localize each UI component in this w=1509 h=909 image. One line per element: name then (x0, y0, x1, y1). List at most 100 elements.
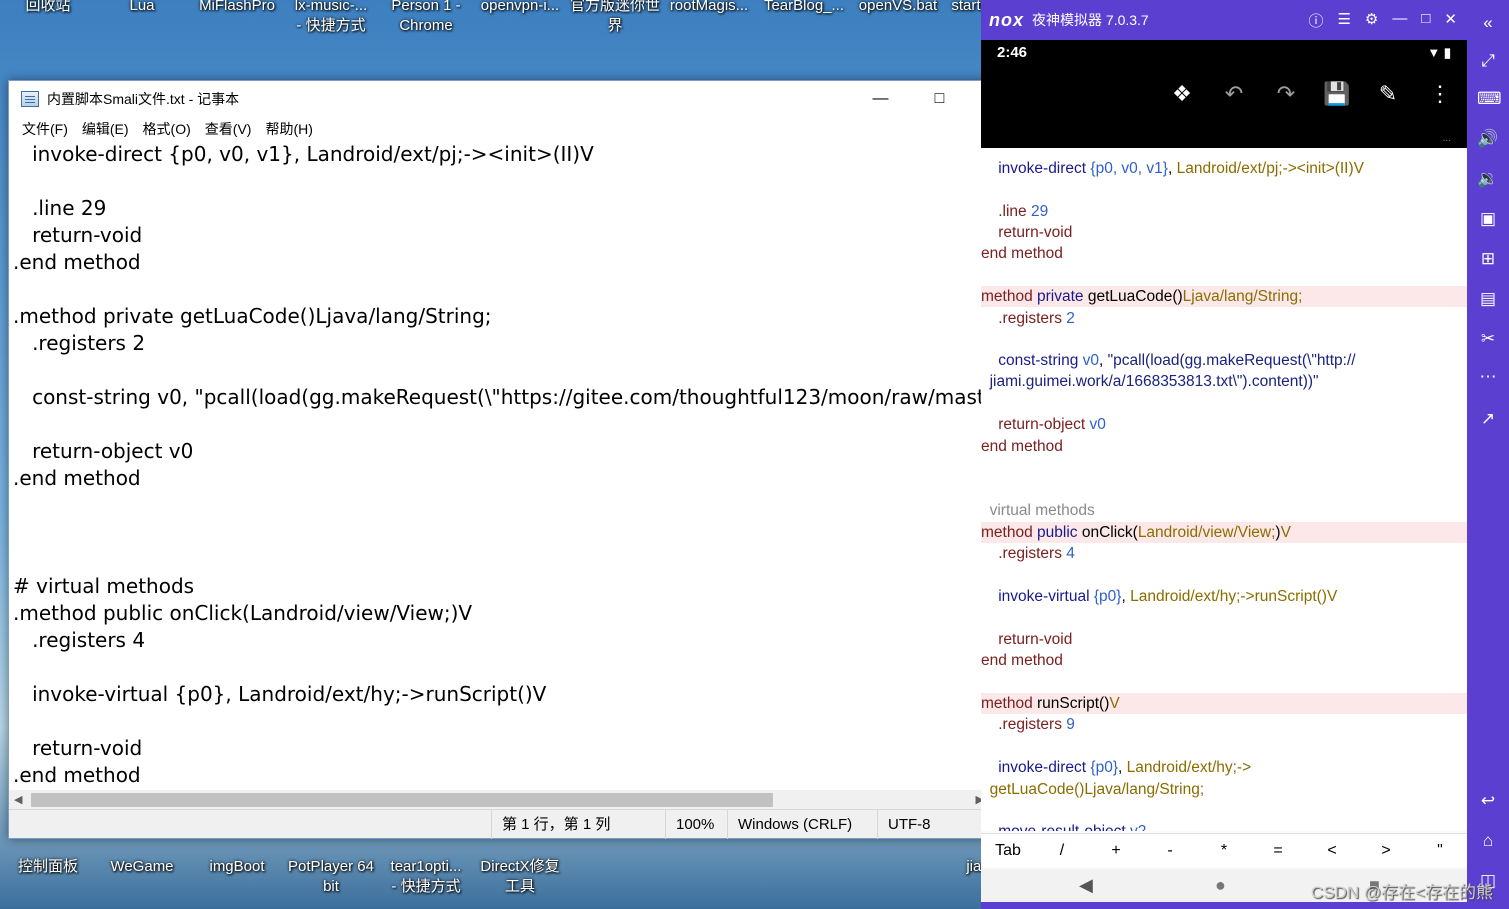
nox-emulator-window: nox 夜神模拟器 7.0.3.7 ⓘ ☰ ⚙ — □ ✕ « ⤢ ⌨ 🔊 🔉 … (981, 0, 1509, 909)
multi-instance-icon[interactable]: ▤ (1477, 288, 1499, 310)
code-line: invoke-direct {p0, v0, v1}, Landroid/ext… (13, 142, 594, 166)
symbol-key[interactable]: + (1089, 842, 1143, 860)
scroll-left-icon[interactable]: ◀ (14, 793, 22, 806)
edit-icon[interactable]: ✎ (1373, 79, 1403, 109)
volume-up-icon[interactable]: 🔊 (1477, 128, 1499, 150)
close-icon[interactable]: ✕ (1444, 10, 1457, 31)
desktop-icon[interactable]: imgBoot (189, 857, 285, 877)
clock: 2:46 (997, 44, 1028, 61)
symbol-key[interactable]: = (1251, 842, 1305, 860)
code-line: const-string v0, "pcall(load(gg.makeRequ… (13, 385, 1009, 409)
symbol-key[interactable]: < (1305, 842, 1359, 860)
nav-home-icon[interactable]: ● (1215, 875, 1226, 896)
fullscreen-icon[interactable]: ⤢ (1477, 50, 1499, 72)
more-icon[interactable]: ⋯ (1477, 366, 1499, 388)
redo-icon[interactable]: ↷ (1271, 79, 1301, 109)
desktop-icon[interactable]: 回收站 (0, 0, 96, 16)
desktop-icon[interactable]: rootMagis... (661, 0, 757, 16)
maximize-icon[interactable]: □ (1421, 10, 1430, 31)
status-position: 第 1 行，第 1 列 (491, 810, 666, 839)
code-line: .method public onClick(Landroid/view/Vie… (13, 601, 473, 625)
nox-titlebar[interactable]: nox 夜神模拟器 7.0.3.7 ⓘ ☰ ⚙ — □ ✕ (981, 0, 1469, 40)
horizontal-scrollbar[interactable]: ◀ ▶ (9, 790, 1009, 810)
editor-toolbar: ❖ ↶ ↷ 💾 ✎ ⋮ ... (981, 65, 1467, 148)
save-icon[interactable]: 💾 (1322, 79, 1352, 109)
settings-icon[interactable]: ⚙ (1365, 10, 1378, 31)
undo-icon[interactable]: ↶ (1219, 79, 1249, 109)
nox-title: 夜神模拟器 7.0.3.7 (1032, 12, 1149, 28)
desktop-icon[interactable]: lx-music-... - 快捷方式 (283, 0, 379, 36)
menu-format[interactable]: 格式(O) (136, 119, 198, 139)
horizontal-scroll-thumb[interactable] (31, 793, 773, 807)
minimize-button[interactable]: — (851, 81, 910, 116)
code-line: .end method (13, 763, 141, 787)
volume-down-icon[interactable]: 🔉 (1477, 168, 1499, 190)
symbol-key[interactable]: / (1035, 842, 1089, 860)
symbol-key[interactable]: * (1197, 842, 1251, 860)
desktop-icon[interactable]: Person 1 - Chrome (378, 0, 474, 36)
code-line: return-object v0 (13, 439, 194, 463)
collapse-icon[interactable]: « (1477, 12, 1499, 34)
desktop-icon[interactable]: WeGame (94, 857, 190, 877)
menu-view[interactable]: 查看(V) (198, 119, 259, 139)
desktop-icon[interactable]: MiFlashPro (189, 0, 285, 16)
compass-icon[interactable]: ❖ (1167, 79, 1197, 109)
desktop-icon[interactable]: TearBlog_... (756, 0, 852, 16)
symbol-key[interactable]: - (1143, 842, 1197, 860)
apk-install-icon[interactable]: ⊞ (1477, 248, 1499, 270)
screen-icon[interactable]: ▣ (1477, 208, 1499, 230)
overflow-menu-icon[interactable]: ⋮ (1425, 79, 1455, 109)
notepad-titlebar[interactable]: 内置脚本Smali文件.txt - 记事本 — □ ✕ (9, 81, 1028, 116)
maximize-button[interactable]: □ (910, 81, 969, 116)
back-icon[interactable]: ↩ (1477, 790, 1499, 812)
desktop-icon[interactable]: 官方版迷你世 界 (567, 0, 663, 36)
symbol-key[interactable]: Tab (981, 842, 1035, 860)
desktop-icon[interactable]: DirectX修复 工具 (472, 857, 568, 897)
desktop-icon[interactable]: 控制面板 (0, 857, 96, 877)
desktop-icon[interactable]: tear1opti... - 快捷方式 (378, 857, 474, 897)
watermark: CSDN @存在<存在的熊 (1310, 883, 1493, 902)
menu-help[interactable]: 帮助(H) (258, 119, 319, 139)
symbol-key[interactable]: " (1413, 842, 1467, 860)
minimize-icon[interactable]: — (1392, 10, 1407, 31)
code-line: # virtual methods (13, 574, 195, 598)
android-status-bar: 2:46 ▼ ▮ (981, 40, 1467, 65)
desktop-icon[interactable]: openVS.bat (850, 0, 946, 16)
keyboard-icon[interactable]: ⌨ (1477, 88, 1502, 110)
menu-icon[interactable]: ☰ (1337, 10, 1350, 31)
code-line: .line 29 (13, 196, 107, 220)
code-line: return-void (13, 736, 143, 760)
wifi-battery-icon: ▼ ▮ (1427, 44, 1451, 60)
desktop-icon[interactable]: PotPlayer 64 bit (283, 857, 379, 897)
scissors-icon[interactable]: ✂ (1477, 328, 1499, 350)
nox-logo: nox (989, 9, 1025, 30)
symbol-key[interactable]: > (1359, 842, 1413, 860)
nav-back-icon[interactable]: ◀ (1079, 875, 1093, 896)
symbol-key-bar: Tab / + - * = < > " (981, 833, 1467, 867)
code-line: invoke-virtual {p0}, Landroid/ext/hy;->r… (13, 682, 547, 706)
code-line: return-void (13, 223, 143, 247)
code-line: .registers 4 (13, 628, 146, 652)
text-editor[interactable]: invoke-direct {p0, v0, v1}, Landroid/ext… (9, 141, 1009, 791)
menu-file[interactable]: 文件(F) (15, 119, 75, 139)
desktop-icon[interactable]: openvpn-i... (472, 0, 568, 16)
code-line: .end method (13, 466, 141, 490)
smali-code-view[interactable]: invoke-direct {p0, v0, v1}, Landroid/ext… (981, 148, 1467, 831)
menu-edit[interactable]: 编辑(E) (75, 119, 136, 139)
code-line: .registers 2 (13, 331, 146, 355)
help-icon[interactable]: ⓘ (1308, 10, 1323, 31)
notepad-icon (21, 90, 39, 107)
home-icon[interactable]: ⌂ (1477, 830, 1499, 852)
share-icon[interactable]: ↗ (1477, 408, 1499, 430)
nox-sidebar: « ⤢ ⌨ 🔊 🔉 ▣ ⊞ ▤ ✂ ⋯ ↗ ↩ ⌂ ◫ (1467, 0, 1509, 909)
code-line: .method private getLuaCode()Ljava/lang/S… (13, 304, 492, 328)
desktop-icon[interactable]: Lua (94, 0, 190, 16)
